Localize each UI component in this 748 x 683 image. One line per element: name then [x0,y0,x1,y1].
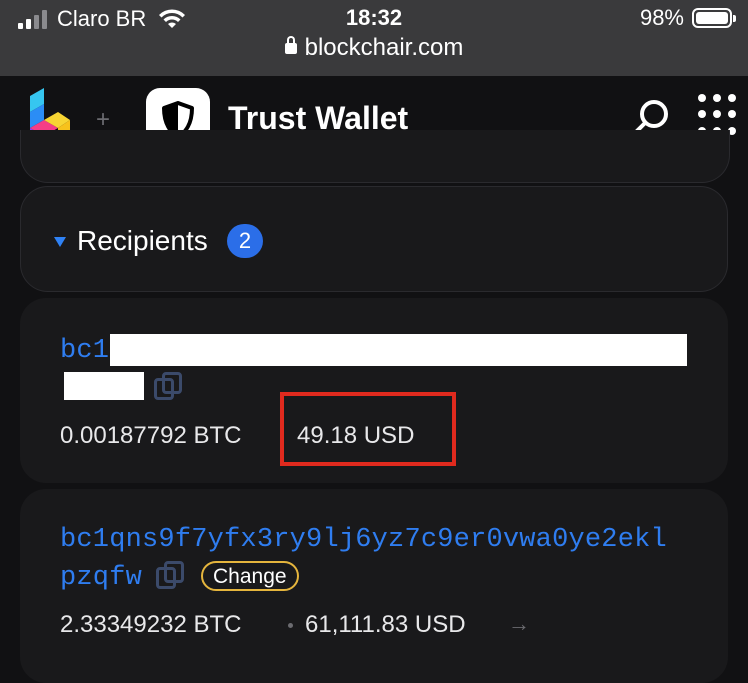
previous-card-edge [20,130,730,183]
copy-icon[interactable] [156,561,186,591]
output-card: bc1 0.00187792 BTC 49.18 USD [20,298,728,483]
output-btc-amount: 0.00187792 BTC [60,422,242,449]
url-text: blockchair.com [304,34,464,61]
arrow-right-icon[interactable]: → [508,611,530,637]
status-right: 98% [639,5,736,31]
clock: 18:32 [345,5,403,30]
recipients-count-badge: 2 [227,224,263,258]
separator-dot [288,623,293,628]
recipients-label: Recipients [77,225,208,256]
output-card: bc1qns9f7yfx3ry9lj6yz7c9er0vwa0ye2ekl pz… [20,489,728,683]
output-address-line2[interactable]: pzqfw [60,563,142,593]
output-address-line1[interactable]: bc1qns9f7yfx3ry9lj6yz7c9er0vwa0ye2ekl [60,525,667,555]
output-usd-amount: 61,111.83 USD [305,611,466,638]
copy-icon[interactable] [154,372,184,402]
battery-percent: 98% [639,5,684,30]
lock-icon [284,36,297,54]
change-badge: Change [201,561,299,591]
recipients-section-header[interactable]: Recipients 2 [20,186,728,292]
output-btc-amount: 2.33349232 BTC [60,611,242,638]
address-bar[interactable]: blockchair.com [0,34,748,62]
redacted-address-block [64,372,144,400]
battery-icon [692,8,736,28]
caret-down-icon [54,237,66,247]
status-bar: Claro BR 18:32 98% blockchair.com [0,0,748,76]
redacted-address-block [110,334,687,366]
red-highlight-box [280,392,456,466]
output-address[interactable]: bc1 [60,336,109,366]
